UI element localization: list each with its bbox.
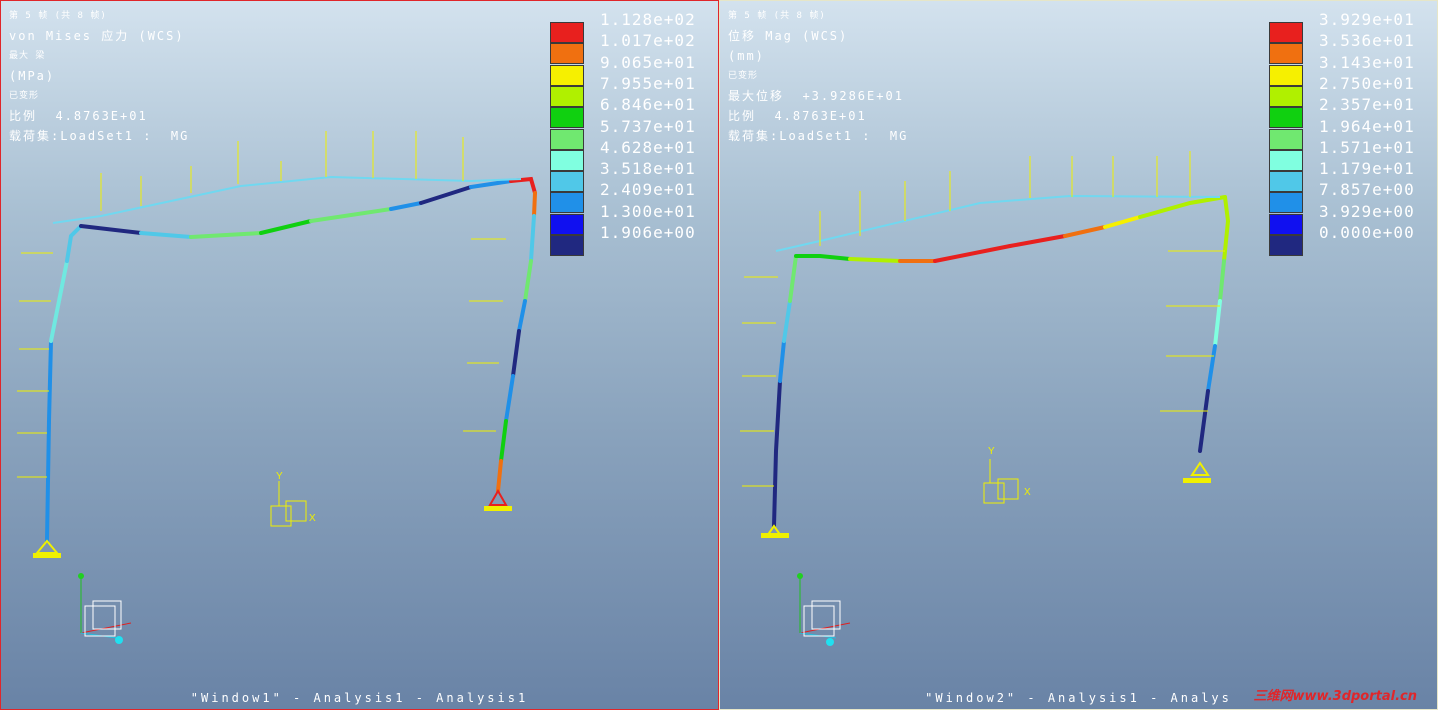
max-displacement-text: 最大位移 +3.9286E+01 xyxy=(728,89,904,103)
legend-value: 9.065e+01 xyxy=(600,52,696,72)
legend-value: 4.628e+01 xyxy=(600,137,696,157)
legend-swatch xyxy=(550,171,584,193)
legend-swatch xyxy=(1269,107,1303,129)
legend-swatch xyxy=(550,128,584,150)
legend-value: 3.536e+01 xyxy=(1319,31,1415,51)
csys-x-label: X xyxy=(309,513,316,524)
csys-y-label: Y xyxy=(988,446,995,457)
frame-text: 第 5 帧 (共 8 帧) xyxy=(9,11,107,21)
legend-value: 1.128e+02 xyxy=(600,10,696,29)
unit-text: (MPa) xyxy=(9,69,56,83)
legend-swatch xyxy=(550,107,584,129)
csys-y-label: Y xyxy=(276,471,283,482)
view-triad xyxy=(78,573,132,644)
legend-value: 1.017e+02 xyxy=(600,31,696,51)
left-result-info: 第 5 帧 (共 8 帧) von Mises 应力 (WCS) 最大 梁 (M… xyxy=(9,6,189,146)
legend-value: 1.906e+00 xyxy=(600,223,696,242)
deformed-text: 已变形 xyxy=(728,71,759,81)
legend-value: 6.846e+01 xyxy=(600,95,696,115)
legend-value: 3.929e+01 xyxy=(1319,10,1415,29)
legend-swatch xyxy=(1269,192,1303,214)
legend-value: 3.518e+01 xyxy=(600,159,696,179)
legend-value: 1.179e+01 xyxy=(1319,159,1415,179)
legend-value: 0.000e+00 xyxy=(1319,223,1415,242)
legend-swatch xyxy=(1269,171,1303,193)
legend-swatch xyxy=(1269,85,1303,107)
watermark-logo: 三维网www.3dportal.cn xyxy=(1253,689,1417,704)
legend-value: 3.143e+01 xyxy=(1319,52,1415,72)
frame-text: 第 5 帧 (共 8 帧) xyxy=(728,11,826,21)
mode-text: 最大 梁 xyxy=(9,51,46,61)
scale-text: 比例 4.8763E+01 xyxy=(9,109,148,123)
quantity-text: 位移 Mag (WCS) xyxy=(728,29,849,43)
legend-swatch xyxy=(1269,149,1303,171)
right-viewport[interactable]: Y X 第 5 帧 (共 8 帧) 位移 Mag (WCS) (mm) 已变形 … xyxy=(719,0,1438,710)
left-viewport[interactable]: Y X 第 5 帧 (共 8 帧) von Mises 应力 (WCS) 最大 … xyxy=(0,0,719,710)
legend-value: 7.955e+01 xyxy=(600,73,696,93)
legend-value: 1.571e+01 xyxy=(1319,137,1415,157)
legend-value: 2.750e+01 xyxy=(1319,73,1415,93)
view-triad xyxy=(797,573,851,646)
scale-text: 比例 4.8763E+01 xyxy=(728,109,867,123)
legend-swatch xyxy=(1269,64,1303,86)
loadset-text: 载荷集:LoadSet1 : MG xyxy=(728,129,909,143)
legend-value: 7.857e+00 xyxy=(1319,180,1415,200)
legend-swatch xyxy=(1269,22,1303,43)
legend-swatch xyxy=(1269,235,1303,256)
deformed-text: 已变形 xyxy=(9,91,40,101)
quantity-text: von Mises 应力 (WCS) xyxy=(9,29,185,43)
legend-value: 2.409e+01 xyxy=(600,180,696,200)
legend-value: 1.300e+01 xyxy=(600,201,696,221)
legend-swatch xyxy=(550,43,584,65)
legend-value: 3.929e+00 xyxy=(1319,201,1415,221)
legend-swatch xyxy=(550,213,584,235)
unit-text: (mm) xyxy=(728,49,765,63)
left-window-title: "Window1" - Analysis1 - Analysis1 xyxy=(190,691,529,705)
legend-swatch xyxy=(550,64,584,86)
legend-swatch xyxy=(550,192,584,214)
legend-swatch xyxy=(1269,43,1303,65)
loadset-text: 载荷集:LoadSet1 : MG xyxy=(9,129,190,143)
legend-swatch xyxy=(550,235,584,256)
legend-value: 2.357e+01 xyxy=(1319,95,1415,115)
legend-swatch xyxy=(1269,128,1303,150)
legend-swatch xyxy=(550,85,584,107)
legend-value: 1.964e+01 xyxy=(1319,116,1415,136)
legend-value: 5.737e+01 xyxy=(600,116,696,136)
legend-swatch xyxy=(1269,213,1303,235)
right-result-info: 第 5 帧 (共 8 帧) 位移 Mag (WCS) (mm) 已变形 最大位移… xyxy=(728,6,908,146)
csys-x-label: X xyxy=(1024,487,1031,498)
legend-swatch xyxy=(550,149,584,171)
legend-swatch xyxy=(550,22,584,43)
